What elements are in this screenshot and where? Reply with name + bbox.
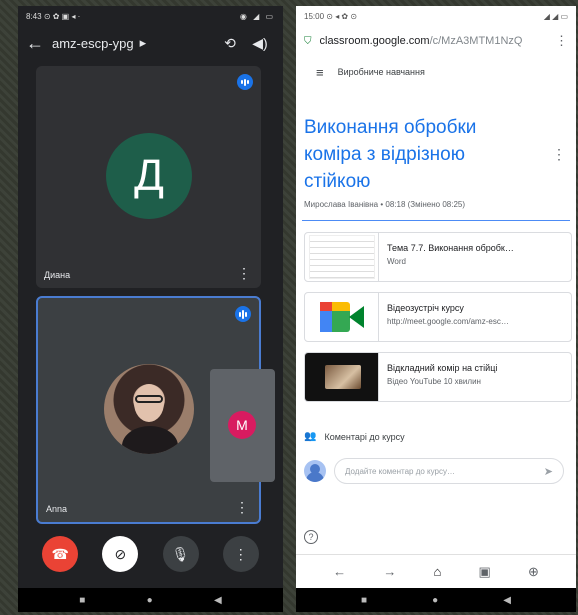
meet-top-bar: ← amz-escp-ypg ▸ ⟲ ◀) (18, 26, 283, 60)
home-icon[interactable]: ⌂ (433, 564, 441, 579)
participant-name: Диана (44, 270, 71, 280)
attachment-video[interactable]: Відкладний комір на стійці Відео YouTube… (304, 352, 572, 402)
recents-icon[interactable]: ■ (79, 595, 85, 606)
lock-icon: ⛉ (304, 35, 312, 47)
status-time: 8:43 (26, 11, 42, 21)
participant-tile[interactable]: Д Диана ⋮ (36, 66, 261, 288)
home-icon[interactable]: ● (432, 595, 438, 606)
participant-photo (104, 364, 194, 454)
comments-label: Коментарі до курсу (324, 431, 405, 442)
comment-placeholder: Додайте коментар до курсу… (345, 466, 456, 476)
comment-input[interactable]: Додайте коментар до курсу… ➤ (334, 458, 564, 484)
chevron-right-icon: ▸ (139, 35, 147, 50)
video-thumbnail (305, 353, 379, 401)
help-icon[interactable]: ? (304, 530, 318, 544)
author-line: Мирослава Іванівна • 08:18 (Змінено 08:2… (304, 200, 466, 209)
more-options-button[interactable]: ⋮ (222, 536, 259, 572)
classroom-phone-screen: 15:00 ⊙ ◂ ✿ ⊙ ◢ ◢ ▭ ⛉ classroom.google.c… (296, 6, 576, 612)
assignment-title: Виконання обробки коміра з відрізною сті… (304, 117, 477, 192)
switch-camera-icon[interactable]: ⟲ (215, 35, 245, 52)
avatar (304, 460, 326, 482)
android-nav-bar: ■ ● ◀ (18, 588, 283, 612)
speaker-icon[interactable]: ◀) (245, 35, 275, 52)
back-arrow-icon[interactable]: ← (333, 564, 346, 579)
status-icons: ⊙ ✿ ▣ ◂ · (43, 11, 81, 21)
class-comments-link[interactable]: 👥 Коментарі до курсу (304, 431, 405, 442)
account-icon[interactable]: ⊕ (528, 564, 539, 580)
android-nav-bar: ■ ● ◀ (296, 588, 576, 612)
participant-name: Anna (46, 504, 68, 514)
document-thumbnail (305, 233, 379, 281)
tabs-icon[interactable]: ▣ (478, 564, 490, 580)
browser-bottom-bar: ← → ⌂ ▣ ⊕ (296, 554, 576, 588)
status-right-icons: ◢ ◢ ▭ (543, 11, 568, 21)
divider (302, 220, 570, 221)
back-icon[interactable]: ◀ (503, 595, 511, 606)
attachment-subtitle: Відео YouTube 10 хвилин (387, 377, 481, 386)
more-options-icon[interactable]: ⋮ (237, 265, 251, 282)
microphone-button[interactable]: 🎙 (162, 536, 199, 572)
status-time: 15:00 (304, 11, 325, 21)
meeting-code[interactable]: amz-escp-ypg ▸ (52, 35, 215, 51)
meeting-code-text: amz-escp-ypg (52, 35, 134, 51)
end-call-button[interactable]: ☎ (42, 536, 79, 572)
people-icon: 👥 (304, 431, 317, 442)
meet-phone-screen: 8:43 ⊙ ✿ ▣ ◂ · ◉ ◢ ▭ ← amz-escp-ypg ▸ ⟲ … (18, 6, 283, 612)
attachment-subtitle: http://meet.google.com/amz-esc… (387, 317, 509, 326)
hamburger-menu-icon[interactable]: ≡ (316, 65, 324, 80)
url-host: classroom.google.com (319, 35, 430, 47)
address-bar[interactable]: ⛉ classroom.google.com/c/MzA3MTM1NzQ ⋮ (296, 26, 576, 56)
browser-menu-icon[interactable]: ⋮ (555, 33, 568, 49)
attachment-title: Тема 7.7. Виконання обробк… (387, 243, 514, 253)
camera-off-button[interactable]: ⊘ (102, 536, 139, 572)
self-view-tile[interactable]: M (210, 369, 275, 482)
status-bar: 15:00 ⊙ ◂ ✿ ⊙ ◢ ◢ ▭ (296, 6, 576, 26)
avatar: M (228, 411, 256, 439)
status-bar: 8:43 ⊙ ✿ ▣ ◂ · ◉ ◢ ▭ (18, 6, 283, 26)
class-name[interactable]: Виробниче навчання (338, 67, 425, 77)
attachment-doc[interactable]: Тема 7.7. Виконання обробк… Word (304, 232, 572, 282)
url-path: /c/MzA3MTM1NzQ (429, 35, 523, 47)
audio-level-icon (237, 74, 253, 90)
comment-row: Додайте коментар до курсу… ➤ (304, 458, 564, 484)
status-icons: ⊙ ◂ ✿ ⊙ (326, 11, 358, 21)
more-options-icon[interactable]: ⋮ (235, 499, 249, 516)
attachment-title: Відкладний комір на стійці (387, 363, 498, 373)
audio-level-icon (235, 306, 251, 322)
attachment-meet[interactable]: Відеозустріч курсу http://meet.google.co… (304, 292, 572, 342)
status-right-icons: ◉ ◢ ▭ (239, 11, 275, 21)
class-header: ≡ Виробниче навчання (296, 56, 576, 88)
meet-logo-icon (305, 293, 379, 341)
attachment-title: Відеозустріч курсу (387, 303, 464, 313)
avatar: Д (106, 133, 192, 219)
back-icon[interactable]: ◀ (214, 595, 222, 606)
recents-icon[interactable]: ■ (361, 595, 367, 606)
forward-arrow-icon[interactable]: → (383, 564, 396, 579)
attachment-subtitle: Word (387, 257, 406, 266)
more-options-icon[interactable]: ⋮ (552, 146, 566, 163)
send-icon[interactable]: ➤ (544, 465, 553, 478)
back-arrow-icon[interactable]: ← (26, 33, 52, 54)
call-controls: ☎ ⊘ 🎙 ⋮ (18, 536, 283, 572)
home-icon[interactable]: ● (147, 595, 153, 606)
